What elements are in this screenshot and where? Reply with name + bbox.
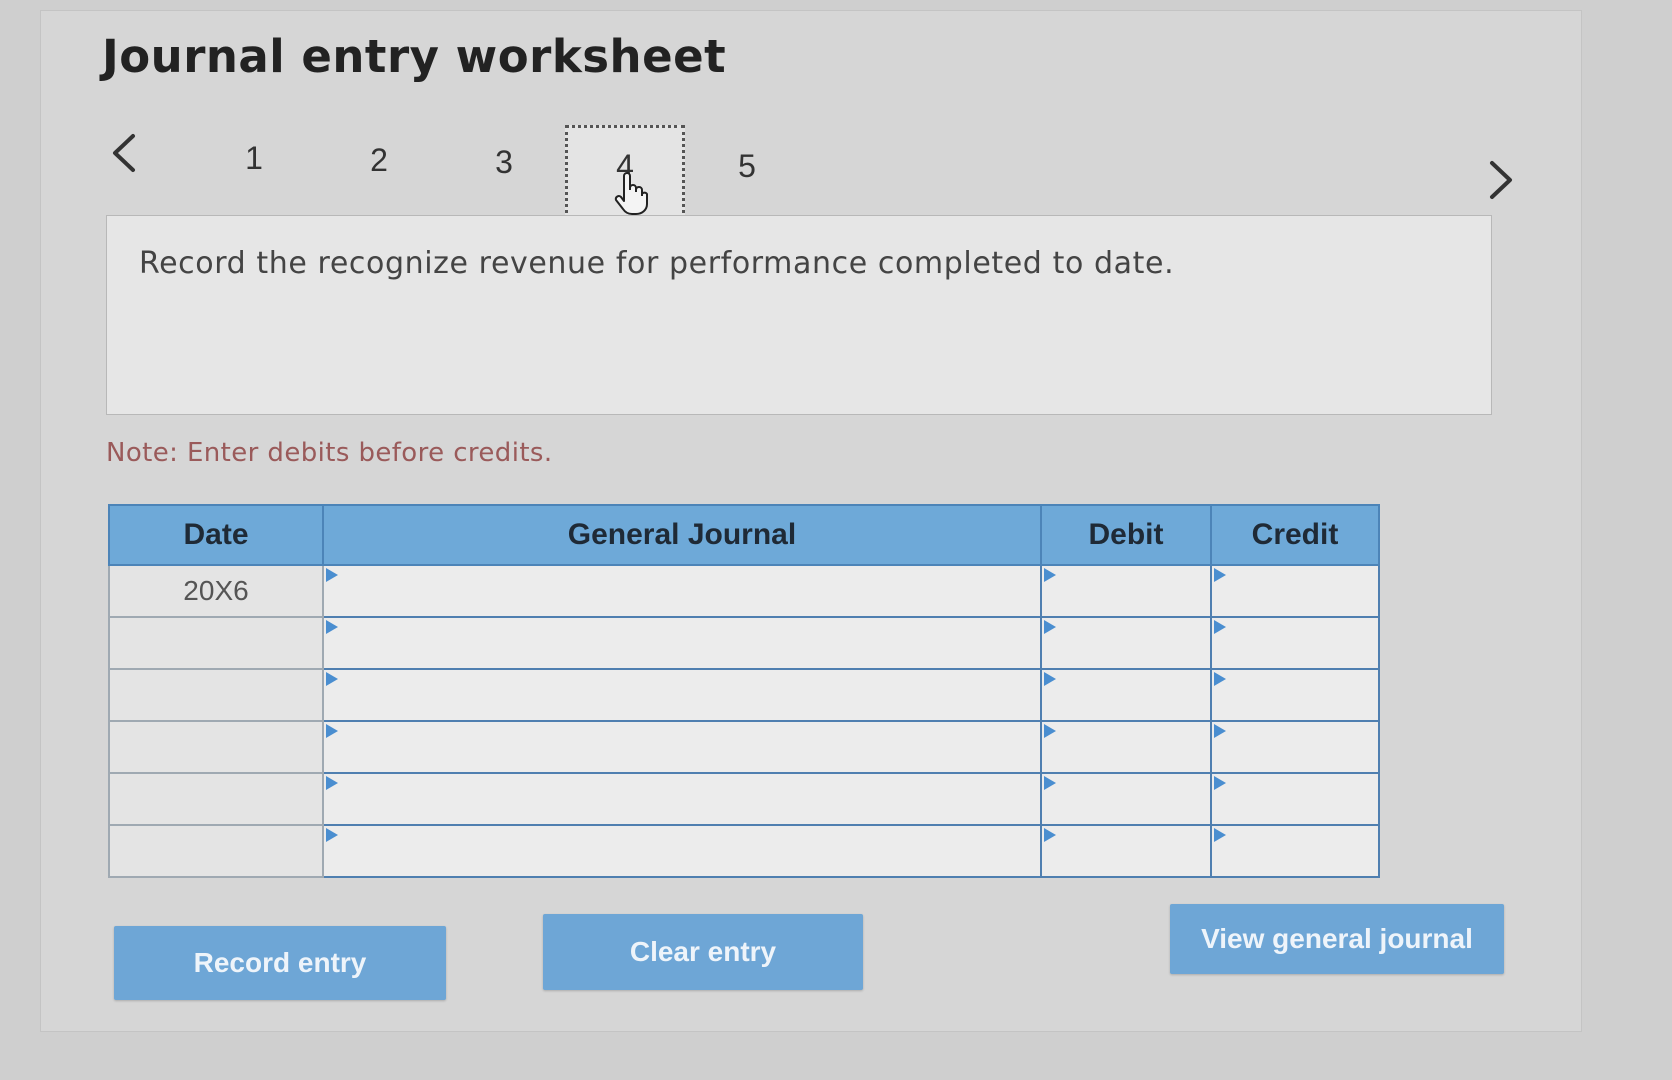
date-header: Date (108, 504, 324, 566)
table-row (108, 720, 1380, 774)
dropdown-marker-icon (1044, 724, 1056, 738)
account-input[interactable] (322, 668, 1042, 722)
debit-input[interactable] (1040, 564, 1212, 618)
dropdown-marker-icon (326, 828, 338, 842)
record-entry-button[interactable]: Record entry (114, 926, 446, 1000)
date-cell (108, 720, 324, 774)
clear-entry-button[interactable]: Clear entry (543, 914, 863, 990)
tab-1[interactable]: 1 (224, 140, 284, 177)
credit-header: Credit (1210, 504, 1380, 566)
dropdown-marker-icon (1214, 672, 1226, 686)
account-input[interactable] (322, 564, 1042, 618)
question-text: Record the recognize revenue for perform… (139, 246, 1175, 281)
credit-input[interactable] (1210, 720, 1380, 774)
dropdown-marker-icon (1044, 568, 1056, 582)
table-row (108, 824, 1380, 878)
date-cell (108, 824, 324, 878)
dropdown-marker-icon (1044, 828, 1056, 842)
dropdown-marker-icon (1044, 672, 1056, 686)
table-header-row: Date General Journal Debit Credit (108, 504, 1380, 566)
debit-input[interactable] (1040, 668, 1212, 722)
hand-pointer-icon (614, 172, 648, 215)
view-general-journal-button[interactable]: View general journal (1170, 904, 1504, 974)
debit-input[interactable] (1040, 824, 1212, 878)
entry-note: Note: Enter debits before credits. (106, 438, 553, 468)
date-cell (108, 616, 324, 670)
page-title: Journal entry worksheet (102, 30, 727, 83)
table-row (108, 772, 1380, 826)
table-row (108, 616, 1380, 670)
date-cell: 20X6 (108, 564, 324, 618)
dropdown-marker-icon (1044, 620, 1056, 634)
account-input[interactable] (322, 616, 1042, 670)
dropdown-marker-icon (1214, 620, 1226, 634)
dropdown-marker-icon (326, 724, 338, 738)
debit-header: Debit (1040, 504, 1212, 566)
debit-input[interactable] (1040, 772, 1212, 826)
date-cell (108, 772, 324, 826)
debit-input[interactable] (1040, 720, 1212, 774)
chevron-left-icon (113, 134, 135, 172)
dropdown-marker-icon (326, 776, 338, 790)
credit-input[interactable] (1210, 564, 1380, 618)
table-row (108, 668, 1380, 722)
journal-table: Date General Journal Debit Credit 20X6 (108, 504, 1380, 878)
credit-input[interactable] (1210, 616, 1380, 670)
dropdown-marker-icon (326, 672, 338, 686)
next-tab-button[interactable] (1480, 155, 1520, 205)
dropdown-marker-icon (1214, 776, 1226, 790)
account-input[interactable] (322, 720, 1042, 774)
debit-input[interactable] (1040, 616, 1212, 670)
date-cell (108, 668, 324, 722)
dropdown-marker-icon (1214, 724, 1226, 738)
previous-tab-button[interactable] (105, 128, 145, 178)
tab-3[interactable]: 3 (474, 144, 534, 181)
question-box: Record the recognize revenue for perform… (106, 215, 1492, 415)
tab-4-active[interactable]: 4 (565, 125, 685, 225)
account-input[interactable] (322, 824, 1042, 878)
tab-5[interactable]: 5 (717, 148, 777, 185)
dropdown-marker-icon (326, 568, 338, 582)
account-input[interactable] (322, 772, 1042, 826)
tab-2[interactable]: 2 (349, 142, 409, 179)
dropdown-marker-icon (1044, 776, 1056, 790)
chevron-right-icon (1490, 161, 1512, 199)
table-row: 20X6 (108, 564, 1380, 618)
dropdown-marker-icon (1214, 568, 1226, 582)
dropdown-marker-icon (1214, 828, 1226, 842)
credit-input[interactable] (1210, 824, 1380, 878)
dropdown-marker-icon (326, 620, 338, 634)
general-journal-header: General Journal (322, 504, 1042, 566)
credit-input[interactable] (1210, 668, 1380, 722)
credit-input[interactable] (1210, 772, 1380, 826)
